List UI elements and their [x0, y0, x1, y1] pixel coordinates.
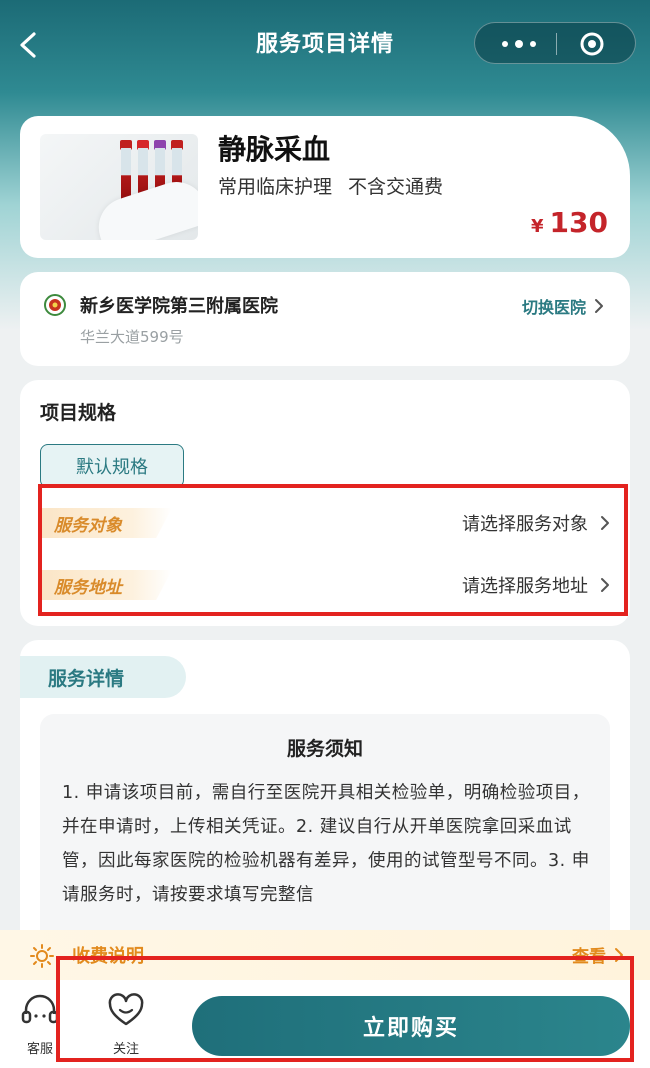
- product-tags: 常用临床护理 不含交通费: [218, 172, 443, 199]
- notice-title: 服务须知: [286, 738, 363, 760]
- follow-label: 关注: [112, 1042, 139, 1057]
- service-address-row[interactable]: 服务地址 请选择服务地址: [40, 566, 610, 606]
- service-target-row[interactable]: 服务对象 请选择服务对象: [40, 504, 610, 544]
- chevron-right-icon: [601, 516, 609, 530]
- fee-view-link[interactable]: 查看: [572, 942, 624, 967]
- spec-title: 项目规格: [40, 402, 117, 424]
- service-target-placeholder: 请选择服务对象: [462, 514, 588, 535]
- heart-icon: [108, 993, 144, 1026]
- service-target-value: 请选择服务对象: [462, 510, 610, 536]
- spec-option-default[interactable]: 默认规格: [40, 444, 184, 488]
- service-address-placeholder: 请选择服务地址: [462, 576, 588, 597]
- service-notice: 服务须知 1. 申请该项目前，需自行至医院开具相关检验单，明确检验项目，并在申请…: [40, 714, 610, 940]
- follow-button[interactable]: 关注: [96, 986, 156, 1057]
- service-target-label: 服务对象: [54, 516, 122, 536]
- switch-hospital-button[interactable]: 切换医院: [522, 294, 604, 318]
- product-name: 静脉采血: [218, 133, 331, 166]
- fee-label: 收费说明: [72, 946, 144, 967]
- hospital-logo-icon: [44, 294, 66, 316]
- hospital-card: 新乡医学院第三附属医院 华兰大道599号 切换医院: [20, 272, 630, 366]
- service-address-label: 服务地址: [54, 578, 122, 598]
- more-dots-icon[interactable]: [497, 34, 541, 54]
- service-address-value: 请选择服务地址: [462, 572, 610, 598]
- currency-symbol: ¥: [531, 216, 544, 237]
- product-price: ¥130: [531, 206, 608, 239]
- chevron-right-icon: [601, 578, 609, 592]
- price-value: 130: [549, 206, 608, 239]
- product-tag: 常用临床护理: [218, 176, 333, 198]
- navigation-bar: 服务项目详情: [0, 0, 650, 88]
- headset-icon: [21, 994, 59, 1024]
- spec-card: 项目规格 默认规格 服务对象 请选择服务对象 服务地址 请选择服务地址: [20, 380, 630, 626]
- bottom-action-bar: 客服 关注 立即购买: [0, 980, 650, 1068]
- fee-view-label: 查看: [572, 947, 606, 967]
- chevron-right-icon: [615, 947, 623, 962]
- product-image: [40, 134, 198, 240]
- mini-program-capsule: [474, 22, 636, 64]
- fee-info-bar[interactable]: 收费说明 查看: [0, 930, 650, 980]
- customer-service-button[interactable]: 客服: [10, 986, 70, 1057]
- spec-row-label-bg: 服务地址: [40, 570, 172, 600]
- customer-service-label: 客服: [26, 1042, 53, 1057]
- sun-icon: [30, 944, 54, 968]
- service-detail-tab[interactable]: 服务详情: [20, 656, 186, 698]
- product-card: 静脉采血 常用临床护理 不含交通费 ¥130: [20, 116, 630, 258]
- hospital-name: 新乡医学院第三附属医院: [80, 296, 278, 317]
- product-tag: 不含交通费: [348, 176, 444, 198]
- buy-now-button[interactable]: 立即购买: [192, 996, 630, 1056]
- chevron-right-icon: [595, 299, 603, 313]
- close-target-icon[interactable]: [579, 31, 605, 57]
- switch-hospital-label: 切换医院: [521, 298, 586, 317]
- notice-body: 1. 申请该项目前，需自行至医院开具相关检验单，明确检验项目，并在申请时，上传相…: [62, 783, 590, 905]
- spec-row-label-bg: 服务对象: [40, 508, 172, 538]
- capsule-divider: [556, 33, 557, 55]
- hospital-address: 华兰大道599号: [80, 328, 184, 346]
- service-detail-card: 服务详情 服务须知 1. 申请该项目前，需自行至医院开具相关检验单，明确检验项目…: [20, 640, 630, 940]
